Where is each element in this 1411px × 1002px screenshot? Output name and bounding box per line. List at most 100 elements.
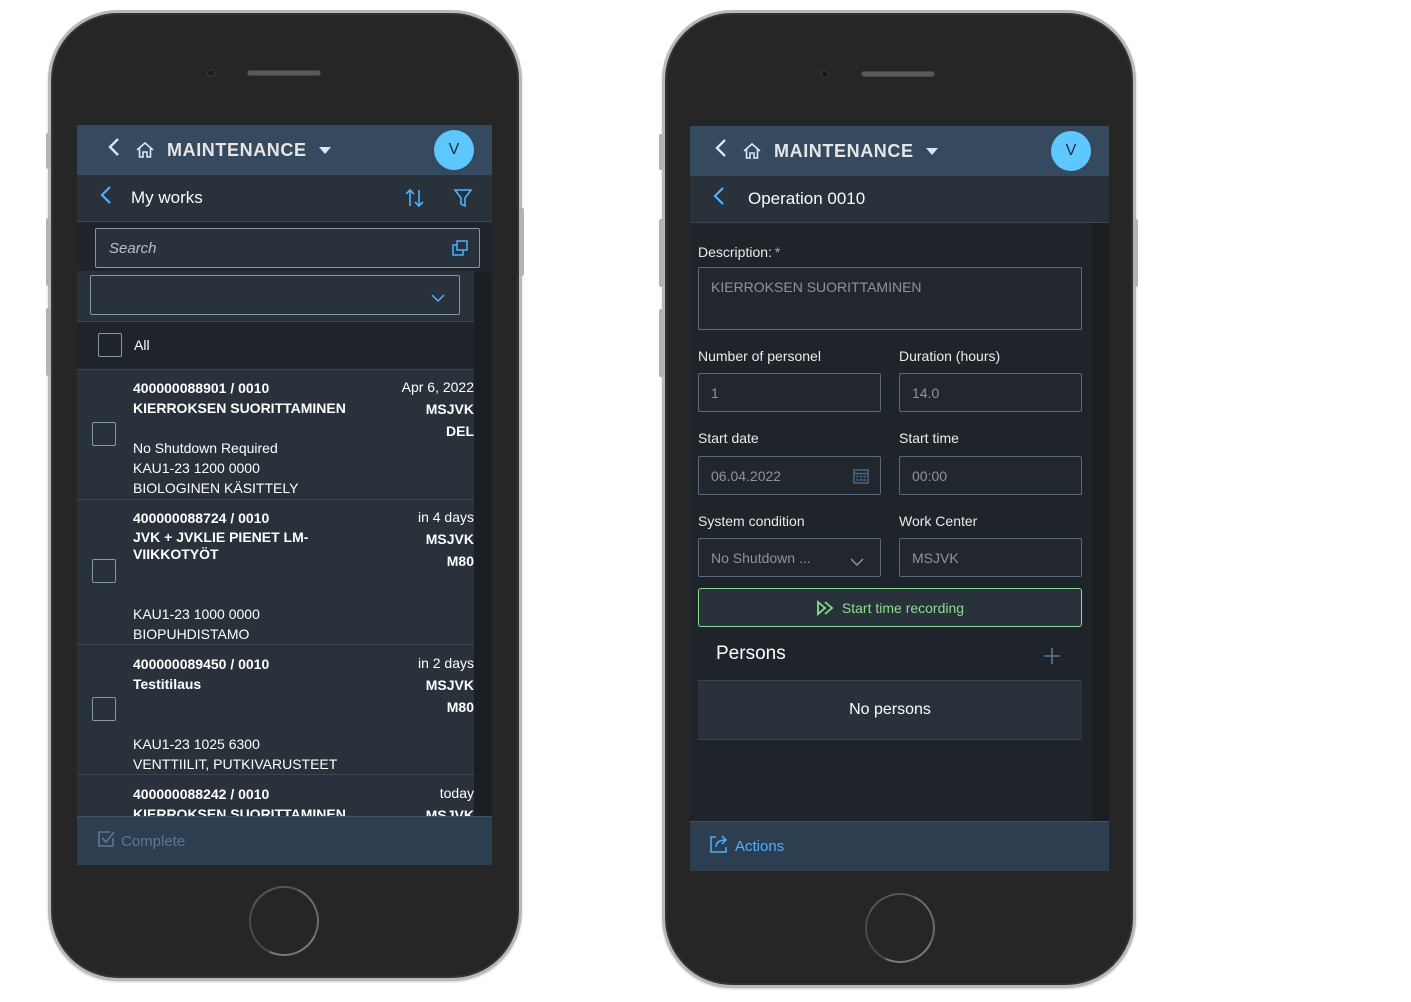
personnel-value: 1 — [711, 384, 719, 401]
chevron-left-icon[interactable] — [99, 185, 119, 211]
work-center-input[interactable]: MSJVK — [899, 538, 1082, 577]
description-value: KIERROKSEN SUORITTAMINEN — [711, 279, 922, 295]
item-date: in 2 days — [417, 655, 474, 671]
add-person-icon[interactable] — [1042, 646, 1062, 671]
item-checkbox[interactable] — [92, 422, 116, 446]
item-location: KAU1-23 1025 6300 — [133, 736, 260, 752]
item-code: DEL — [446, 423, 474, 439]
sort-icon[interactable] — [404, 187, 426, 214]
caret-down-icon[interactable] — [925, 147, 938, 155]
select-all-checkbox[interactable] — [98, 333, 122, 357]
description-label-text: Description: — [698, 244, 772, 260]
start-date-label: Start date — [698, 430, 759, 446]
list-item[interactable]: 400000088724 / 0010 JVK + JVKLIE PIENET … — [77, 500, 474, 645]
item-location-desc: BIOPUHDISTAMO — [133, 626, 250, 642]
avatar[interactable]: V — [434, 130, 474, 170]
item-checkbox[interactable] — [92, 559, 116, 583]
item-id: 400000089450 / 0010 — [133, 656, 270, 672]
search-input[interactable]: Search — [95, 228, 480, 268]
share-icon — [709, 834, 729, 859]
page-header: Operation 0010 — [690, 176, 1109, 223]
list-item[interactable]: 400000089450 / 0010 Testitilaus KAU1-23 … — [77, 645, 474, 775]
item-checkbox[interactable] — [92, 697, 116, 721]
persons-title: Persons — [716, 643, 786, 664]
avatar[interactable]: V — [1051, 131, 1091, 171]
power-button — [519, 208, 524, 276]
volume-down-button — [659, 309, 664, 377]
item-code: M80 — [446, 699, 474, 715]
page-title: My works — [131, 188, 203, 207]
scroll-track[interactable] — [1092, 223, 1109, 823]
filter-dropdown[interactable] — [90, 275, 460, 315]
screen-my-works: MAINTENANCE V My works Search All 400000… — [77, 125, 492, 865]
start-time-recording-button[interactable]: Start time recording — [698, 588, 1082, 627]
scroll-track[interactable] — [474, 273, 492, 865]
start-time-value: 00:00 — [912, 467, 948, 484]
footer-toolbar: Actions — [690, 821, 1109, 871]
system-condition-label: System condition — [698, 513, 805, 529]
home-button[interactable] — [239, 876, 329, 966]
camera-icon — [821, 70, 829, 78]
item-date: today — [439, 785, 474, 801]
home-icon[interactable] — [135, 140, 155, 160]
mute-switch — [659, 134, 664, 170]
mute-switch — [46, 133, 51, 169]
item-title-line1: JVK + JVKLIE PIENET LM- — [133, 529, 309, 545]
required-mark: * — [774, 244, 781, 260]
personnel-label: Number of personel — [698, 348, 821, 364]
duration-value: 14.0 — [912, 384, 940, 401]
system-condition-select[interactable]: No Shutdown ... — [698, 538, 881, 577]
work-center-value: MSJVK — [912, 549, 959, 566]
calendar-icon[interactable] — [852, 467, 870, 488]
no-persons-text: No persons — [849, 701, 931, 718]
item-work-center: MSJVK — [425, 401, 474, 417]
complete-label: Complete — [121, 832, 186, 850]
copy-icon[interactable] — [451, 239, 469, 262]
personnel-input[interactable]: 1 — [698, 373, 881, 412]
chevron-left-icon[interactable] — [107, 137, 125, 163]
complete-button[interactable]: Complete — [96, 829, 185, 854]
caret-down-icon[interactable] — [318, 146, 331, 154]
description-label: Description: * — [698, 244, 780, 260]
home-icon[interactable] — [742, 141, 762, 161]
search-placeholder: Search — [109, 240, 157, 257]
item-work-center: MSJVK — [425, 531, 474, 547]
start-time-label: Start time — [899, 430, 959, 446]
app-title[interactable]: MAINTENANCE — [167, 140, 307, 161]
item-work-center: MSJVK — [425, 677, 474, 693]
home-button[interactable] — [855, 883, 945, 973]
item-title-line2: VIIKKOTYÖT — [133, 546, 219, 562]
start-time-input[interactable]: 00:00 — [899, 456, 1082, 495]
item-title: KIERROKSEN SUORITTAMINEN — [133, 400, 346, 416]
item-title: Testitilaus — [133, 676, 202, 692]
system-condition-value: No Shutdown ... — [711, 549, 811, 566]
chevron-left-icon[interactable] — [714, 138, 732, 164]
item-system-condition: No Shutdown Required — [133, 440, 278, 456]
volume-down-button — [46, 308, 51, 376]
actions-button[interactable]: Actions — [709, 834, 784, 859]
footer-toolbar: Complete — [77, 816, 492, 865]
item-id: 400000088724 / 0010 — [133, 510, 270, 526]
complete-icon — [96, 829, 116, 854]
description-textarea[interactable]: KIERROKSEN SUORITTAMINEN — [698, 267, 1082, 330]
fast-forward-icon — [816, 599, 836, 616]
list-item[interactable]: 400000088901 / 0010 KIERROKSEN SUORITTAM… — [77, 370, 474, 500]
work-center-label: Work Center — [899, 513, 978, 529]
app-title[interactable]: MAINTENANCE — [774, 141, 914, 162]
speaker-grille — [247, 70, 321, 76]
persons-list: No persons — [698, 680, 1082, 740]
filter-icon[interactable] — [453, 187, 473, 214]
item-location-desc: BIOLOGINEN KÄSITTELY — [133, 480, 299, 496]
start-date-input[interactable]: 06.04.2022 — [698, 456, 881, 495]
item-id: 400000088242 / 0010 — [133, 786, 270, 802]
page-title: Operation 0010 — [748, 189, 866, 208]
item-location: KAU1-23 1000 0000 — [133, 606, 260, 622]
chevron-left-icon[interactable] — [712, 186, 732, 212]
chevron-down-icon — [850, 554, 864, 570]
duration-input[interactable]: 14.0 — [899, 373, 1082, 412]
shell-bar: MAINTENANCE V — [77, 125, 492, 175]
item-code: M80 — [446, 553, 474, 569]
duration-label: Duration (hours) — [899, 348, 1001, 364]
item-location: KAU1-23 1200 0000 — [133, 460, 260, 476]
speaker-grille — [861, 71, 935, 77]
